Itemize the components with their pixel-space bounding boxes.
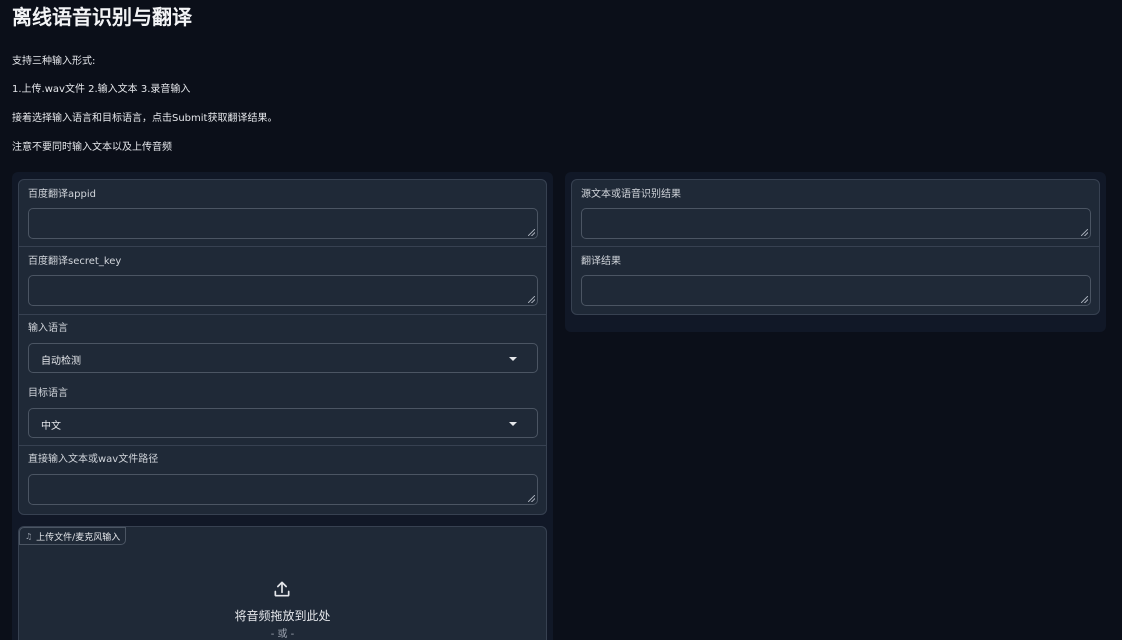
target-language-value: 中文	[41, 421, 61, 432]
upload-tag: ♫ 上传文件/麦克风输入	[19, 527, 127, 545]
source-language-label: 输入语言	[28, 323, 68, 334]
input-form: 百度翻译appid 百度翻译secret_key 输入语言 自动检测 目标语言 …	[18, 179, 547, 515]
text-input-block: 直接输入文本或wav文件路径	[19, 446, 546, 514]
language-block: 输入语言 自动检测 目标语言 中文	[19, 315, 546, 446]
chevron-down-icon	[509, 357, 517, 361]
drop-text: 将音频拖放到此处	[234, 609, 331, 623]
description-line: 支持三种输入形式:	[12, 56, 96, 67]
output-column: 源文本或语音识别结果 翻译结果	[565, 172, 1106, 332]
resize-grip-icon[interactable]	[1081, 229, 1088, 236]
music-note-icon: ♫	[25, 531, 33, 541]
chevron-down-icon	[509, 422, 517, 426]
app-page: 离线语音识别与翻译 支持三种输入形式: 1.上传.wav文件 2.输入文本 3.…	[0, 0, 1122, 640]
upload-icon	[274, 581, 290, 597]
target-language-select[interactable]: 中文	[28, 408, 538, 438]
appid-block: 百度翻译appid	[19, 180, 546, 247]
resize-grip-icon[interactable]	[528, 296, 535, 303]
appid-label: 百度翻译appid	[28, 189, 96, 200]
description-line: 接着选择输入语言和目标语言，点击Submit获取翻译结果。	[12, 113, 278, 124]
upload-tag-label: 上传文件/麦克风输入	[36, 532, 121, 543]
source-output-block: 源文本或语音识别结果	[572, 180, 1099, 247]
input-column: 百度翻译appid 百度翻译secret_key 输入语言 自动检测 目标语言 …	[12, 172, 553, 640]
text-input-label: 直接输入文本或wav文件路径	[28, 454, 159, 465]
text-input[interactable]	[28, 474, 538, 505]
secret-label: 百度翻译secret_key	[28, 256, 122, 267]
secret-block: 百度翻译secret_key	[19, 247, 546, 315]
description-line: 注意不要同时输入文本以及上传音频	[12, 142, 172, 153]
page-title: 离线语音识别与翻译	[12, 5, 192, 29]
resize-grip-icon[interactable]	[1081, 296, 1088, 303]
or-text: - 或 -	[270, 629, 295, 640]
description-line: 1.上传.wav文件 2.输入文本 3.录音输入	[12, 84, 191, 95]
secret-key-input[interactable]	[28, 275, 538, 306]
audio-upload-dropzone[interactable]: ♫ 上传文件/麦克风输入 将音频拖放到此处 - 或 -	[18, 526, 547, 640]
target-language-label: 目标语言	[28, 388, 68, 399]
source-language-select[interactable]: 自动检测	[28, 343, 538, 373]
resize-grip-icon[interactable]	[528, 495, 535, 502]
resize-grip-icon[interactable]	[528, 229, 535, 236]
translation-output-label: 翻译结果	[581, 256, 621, 267]
source-output-textarea[interactable]	[581, 208, 1091, 239]
source-output-label: 源文本或语音识别结果	[581, 189, 681, 200]
translation-output-block: 翻译结果	[572, 247, 1099, 315]
output-form: 源文本或语音识别结果 翻译结果	[571, 179, 1100, 315]
appid-input[interactable]	[28, 208, 538, 239]
translation-output-textarea[interactable]	[581, 275, 1091, 306]
source-language-value: 自动检测	[41, 356, 81, 367]
